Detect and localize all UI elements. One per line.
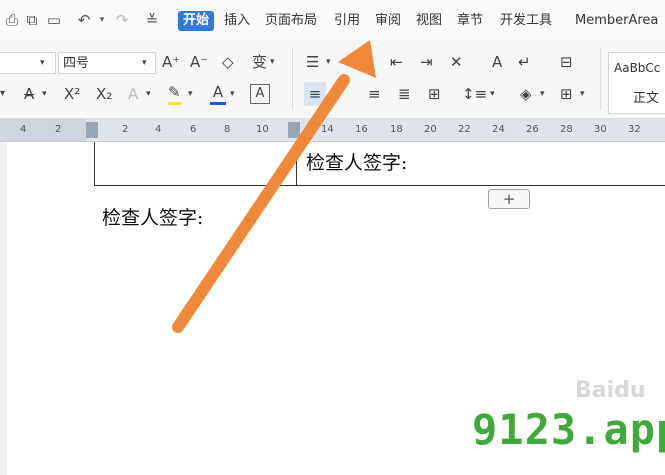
baidu-watermark: Baidu [575, 378, 646, 403]
arrow-shaft [172, 74, 350, 333]
annotation-arrow [172, 40, 376, 333]
arrow-head [338, 40, 376, 78]
site-watermark: 9123.app [472, 405, 665, 454]
